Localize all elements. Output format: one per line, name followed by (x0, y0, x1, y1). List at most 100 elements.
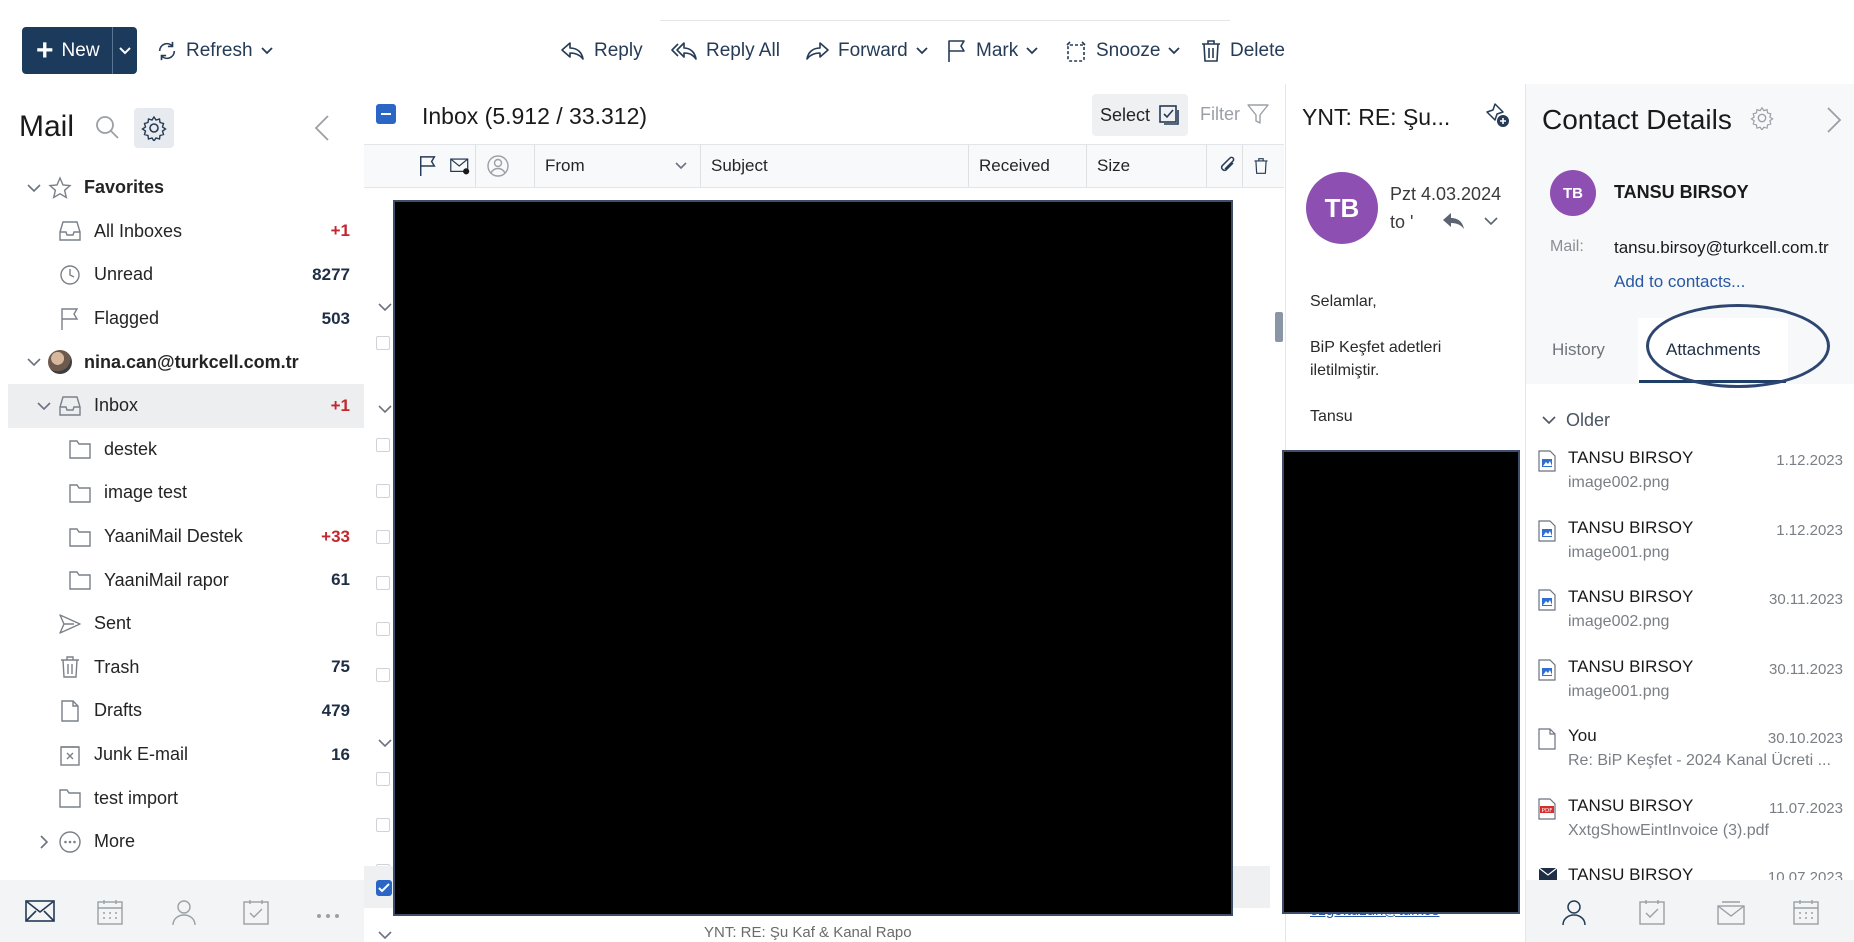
more-modules-icon[interactable] (316, 906, 340, 924)
row-checkbox[interactable] (376, 818, 390, 832)
sidebar-item-more[interactable]: More (8, 820, 364, 864)
sidebar-item-destek[interactable]: destek (8, 428, 364, 472)
unread-count: 8277 (312, 264, 350, 284)
tasks-module-icon[interactable] (242, 898, 270, 931)
reply-button[interactable]: Reply (560, 30, 643, 72)
sidebar-item-favorites[interactable]: Favorites (8, 166, 364, 210)
chevron-down-icon[interactable] (1026, 47, 1038, 55)
row-checkbox[interactable] (376, 484, 390, 498)
attachment-item[interactable]: You 30.10.2023 Re: BiP Keşfet - 2024 Kan… (1526, 718, 1854, 788)
attachment-item[interactable]: TANSU BIRSOY 30.11.2023 image001.png (1526, 649, 1854, 719)
reply-all-button[interactable]: Reply All (670, 30, 780, 72)
sender-avatar[interactable]: TB (1306, 172, 1378, 244)
person-icon[interactable] (1560, 898, 1588, 931)
chevron-right-icon[interactable] (1826, 106, 1842, 139)
pdf-file-icon: PDF (1538, 797, 1556, 825)
chevron-down-icon[interactable] (675, 162, 687, 170)
sidebar-item-flagged[interactable]: Flagged 503 (8, 297, 364, 341)
mail-module-icon[interactable] (24, 898, 56, 929)
forward-button[interactable]: Forward (804, 30, 928, 72)
new-dropdown-button[interactable] (112, 27, 137, 74)
group-chevron-icon[interactable] (378, 926, 392, 942)
attachment-item[interactable]: PDF TANSU BIRSOY 11.07.2023 XxtgShowEint… (1526, 788, 1854, 858)
row-checkbox[interactable] (376, 438, 390, 452)
subject-column[interactable]: Subject (700, 145, 968, 187)
new-button[interactable]: + New (22, 27, 137, 74)
group-chevron-icon[interactable] (378, 298, 392, 316)
sidebar-item-image-test[interactable]: image test (8, 471, 364, 515)
sidebar-item-yaanimail-rapor[interactable]: YaaniMail rapor 61 (8, 558, 364, 602)
read-status-column[interactable] (440, 145, 470, 187)
sidebar-item-all-inboxes[interactable]: All Inboxes +1 (8, 210, 364, 254)
flag-column[interactable] (408, 145, 438, 187)
snooze-button[interactable]: Snooze (1064, 30, 1181, 72)
attachment-item[interactable]: TANSU BIRSOY 10.07.2023 (1526, 857, 1854, 880)
chevron-down-icon[interactable] (26, 184, 42, 192)
attachment-column[interactable] (1206, 145, 1242, 187)
folder-icon (68, 568, 92, 592)
attachment-item[interactable]: TANSU BIRSOY 1.12.2023 image002.png (1526, 440, 1854, 510)
calendar-module-icon[interactable] (96, 898, 124, 931)
sidebar-item-inbox[interactable]: Inbox +1 (8, 383, 364, 428)
chevron-down-icon[interactable] (1168, 47, 1181, 55)
calendar-check-icon[interactable] (1638, 898, 1666, 931)
calendar-icon[interactable] (1792, 898, 1820, 931)
attachments-group-older[interactable]: Older (1526, 400, 1854, 440)
sidebar-item-account[interactable]: nina.can@turkcell.com.tr (8, 340, 364, 384)
group-chevron-icon[interactable] (378, 400, 392, 418)
folder-icon (68, 437, 92, 461)
filter-button[interactable]: Filter (1200, 102, 1270, 126)
chevron-down-icon[interactable] (916, 47, 928, 55)
delete-column[interactable] (1242, 145, 1272, 187)
sidebar-item-test-import[interactable]: test import (8, 776, 364, 820)
sidebar-item-trash[interactable]: Trash 75 (8, 646, 364, 690)
new-main[interactable]: + New (22, 27, 112, 74)
contacts-module-icon[interactable] (170, 898, 198, 931)
size-column[interactable]: Size (1086, 145, 1206, 187)
list-scrollbar[interactable] (1275, 312, 1283, 342)
select-button[interactable]: Select (1092, 94, 1188, 136)
received-column[interactable]: Received (968, 145, 1086, 187)
chevron-down-icon[interactable] (26, 358, 42, 367)
chevron-down-icon[interactable] (36, 402, 52, 410)
select-all-checkbox[interactable] (376, 104, 396, 124)
row-checkbox-checked[interactable] (376, 880, 392, 896)
add-to-pane-icon[interactable] (1484, 102, 1510, 133)
settings-button[interactable] (134, 108, 174, 148)
mark-button[interactable]: Mark (946, 30, 1038, 72)
group-chevron-icon[interactable] (378, 734, 392, 752)
row-checkbox[interactable] (376, 336, 390, 350)
attachment-item[interactable]: TANSU BIRSOY 30.11.2023 image002.png (1526, 579, 1854, 649)
row-checkbox[interactable] (376, 668, 390, 682)
subject-column-label: Subject (711, 156, 768, 175)
sidebar-item-unread[interactable]: Unread 8277 (8, 253, 364, 297)
row-checkbox[interactable] (376, 530, 390, 544)
sidebar-item-drafts[interactable]: Drafts 479 (8, 689, 364, 733)
collapse-sidebar-icon[interactable] (314, 114, 330, 147)
contact-column[interactable] (475, 145, 517, 187)
row-checkbox[interactable] (376, 576, 390, 590)
contact-details-title: Contact Details (1542, 104, 1732, 135)
sidebar-item-yaanimail-destek[interactable]: YaaniMail Destek +33 (8, 515, 364, 559)
mail-stack-icon[interactable] (1716, 898, 1746, 931)
attachment-item[interactable]: TANSU BIRSOY 1.12.2023 image001.png (1526, 510, 1854, 580)
row-checkbox[interactable] (376, 772, 390, 786)
add-to-contacts-link[interactable]: Add to contacts... (1614, 272, 1745, 292)
chevron-right-icon[interactable] (36, 835, 52, 849)
row-checkbox[interactable] (376, 622, 390, 636)
attachment-sender: TANSU BIRSOY (1568, 517, 1694, 537)
reply-icon[interactable] (1440, 210, 1468, 237)
chevron-down-icon[interactable] (260, 47, 273, 55)
tab-history[interactable]: History (1552, 340, 1605, 360)
contact-email[interactable]: tansu.birsoy@turkcell.com.tr (1614, 238, 1829, 258)
chevron-down-icon[interactable] (1484, 212, 1498, 230)
gear-icon[interactable] (1750, 106, 1774, 135)
sidebar-item-junk[interactable]: Junk E-mail 16 (8, 733, 364, 777)
delete-button[interactable]: Delete (1200, 30, 1285, 72)
sidebar-item-sent[interactable]: Sent (8, 602, 364, 646)
refresh-button[interactable]: Refresh (156, 30, 273, 72)
from-column[interactable]: From (534, 145, 700, 187)
chevron-down-icon[interactable] (1542, 411, 1556, 429)
search-icon[interactable] (94, 114, 120, 145)
chevron-down-icon (119, 46, 131, 54)
